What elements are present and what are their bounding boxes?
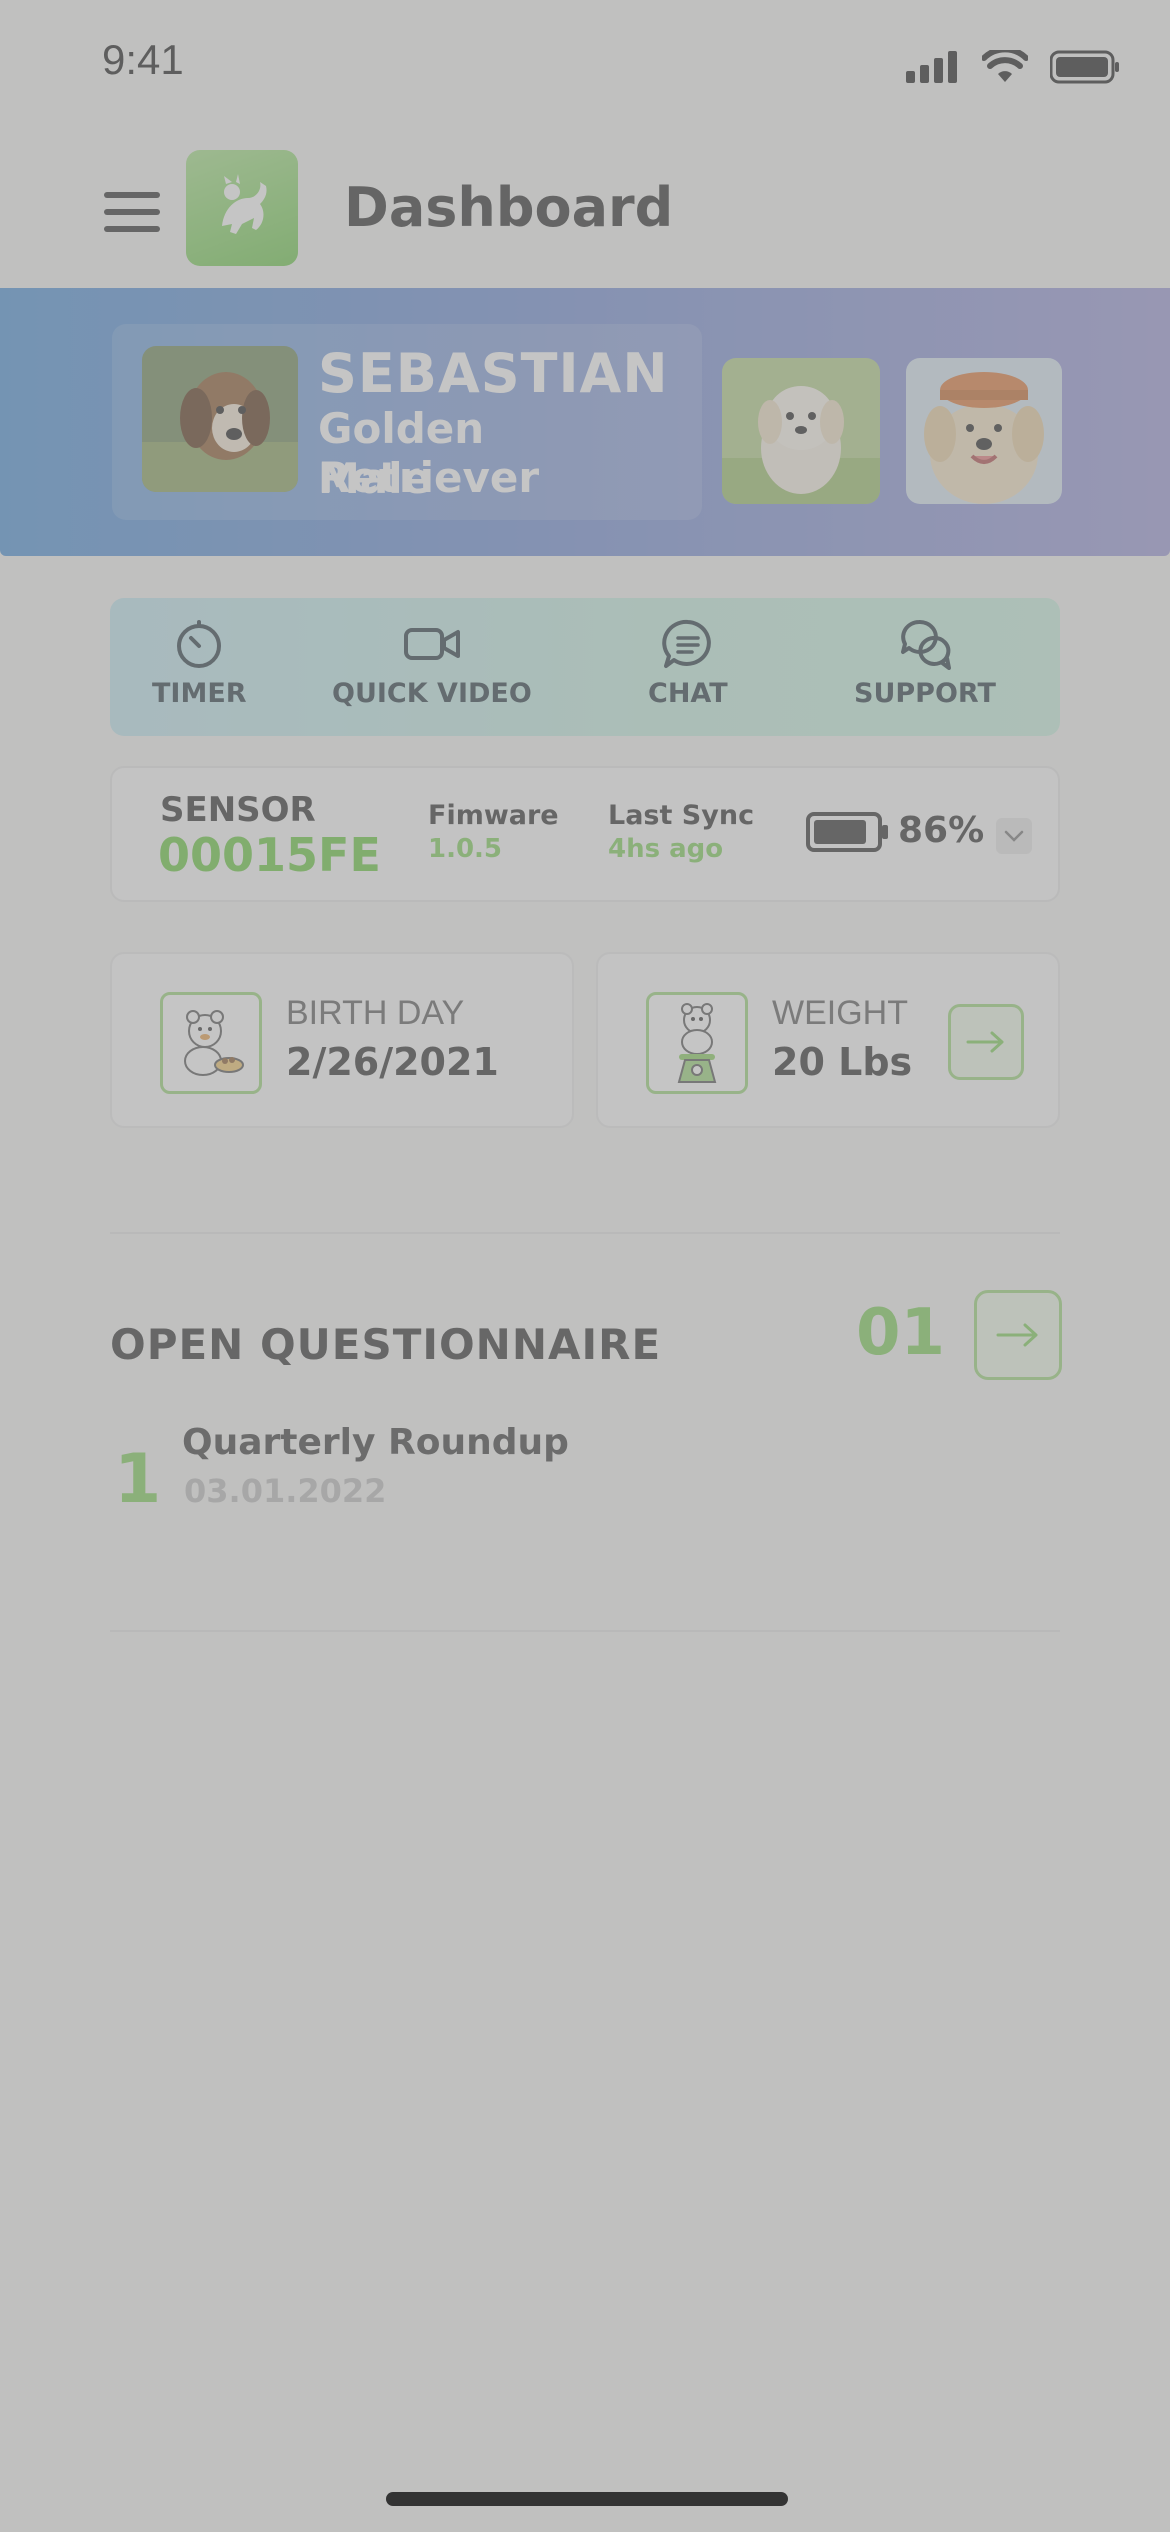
sensor-expand-button[interactable] — [996, 818, 1032, 854]
pet-carousel: SEBASTIAN Golden Retriever Male — [0, 288, 1170, 556]
video-camera-icon — [403, 628, 460, 660]
menu-line — [104, 192, 160, 198]
birthday-label: BIRTH DAY — [286, 994, 465, 1032]
weight-thumb — [646, 992, 748, 1094]
pet-photo-golden-hat[interactable] — [906, 358, 1062, 504]
battery-percent: 86% — [898, 810, 985, 851]
arrow-right-icon — [996, 1323, 1038, 1347]
pet-photo-beagle — [142, 346, 298, 492]
questionnaire-item-date: 03.01.2022 — [184, 1472, 387, 1510]
questionnaire-item-title: Quarterly Roundup — [182, 1422, 569, 1463]
timer-button[interactable]: TIMER — [152, 618, 247, 709]
pet-name: SEBASTIAN — [318, 342, 669, 405]
support-chat-icon — [900, 619, 951, 670]
app-header: Dashboard — [0, 140, 1170, 280]
home-indicator — [386, 2492, 788, 2506]
menu-line — [104, 209, 160, 215]
sensor-label: SENSOR — [160, 790, 316, 830]
last-sync-value: 4hs ago — [608, 834, 724, 864]
battery-fill — [814, 820, 866, 844]
app-logo — [186, 150, 298, 266]
chat-label: CHAT — [648, 678, 728, 709]
weight-value: 20 Lbs — [772, 1040, 913, 1084]
pet-photo-golden-puppy[interactable] — [722, 358, 880, 504]
timer-label: TIMER — [152, 678, 247, 709]
cellular-signal-icon — [906, 51, 957, 83]
support-label: SUPPORT — [854, 678, 996, 709]
questionnaire-open-button[interactable] — [974, 1290, 1062, 1380]
timer-icon — [177, 620, 222, 668]
quick-actions-bar: TIMER QUICK VIDEO CHAT SUPPORT — [110, 598, 1060, 736]
status-time: 9:41 — [102, 36, 184, 83]
questionnaire-title: OPEN QUESTIONNAIRE — [110, 1320, 662, 1369]
weight-card: WEIGHT 20 Lbs — [596, 952, 1060, 1128]
support-button[interactable]: SUPPORT — [854, 618, 996, 709]
arrow-right-icon — [966, 1031, 1004, 1053]
quick-video-label: QUICK VIDEO — [332, 678, 532, 709]
chevron-down-icon — [1004, 830, 1024, 842]
chat-button[interactable]: CHAT — [648, 618, 728, 709]
pet-sex: Male — [318, 454, 432, 503]
bear-on-scale-icon — [677, 1003, 717, 1083]
page-title: Dashboard — [344, 176, 674, 239]
battery-status-icon — [1050, 50, 1119, 84]
weight-detail-button[interactable] — [948, 1004, 1024, 1080]
questionnaire-count: 01 — [856, 1296, 946, 1370]
chat-bubble-icon — [662, 619, 711, 668]
bear-with-food-icon — [184, 1010, 244, 1076]
cat-dog-logo-icon — [222, 174, 267, 234]
sensor-card: SENSOR 00015FE Fimware 1.0.5 Last Sync 4… — [110, 766, 1060, 902]
firmware-label: Fimware — [428, 800, 559, 831]
menu-button[interactable] — [104, 192, 160, 232]
pet-card-active[interactable]: SEBASTIAN Golden Retriever Male — [112, 324, 702, 520]
sensor-battery-icon — [806, 812, 888, 852]
status-icons — [906, 50, 1120, 84]
birthday-value: 2/26/2021 — [286, 1040, 499, 1084]
questionnaire-item-number: 1 — [114, 1440, 162, 1519]
weight-label: WEIGHT — [772, 994, 908, 1032]
quick-video-button[interactable]: QUICK VIDEO — [332, 618, 532, 709]
status-bar: 9:41 — [0, 0, 1170, 130]
wifi-icon — [982, 50, 1028, 82]
sensor-id: 00015FE — [158, 828, 381, 882]
divider-bottom — [110, 1630, 1060, 1632]
birthday-thumb — [160, 992, 262, 1094]
birthday-card: BIRTH DAY 2/26/2021 — [110, 952, 574, 1128]
firmware-value: 1.0.5 — [428, 834, 503, 864]
divider-top — [110, 1232, 1060, 1234]
last-sync-label: Last Sync — [608, 800, 755, 831]
menu-line — [104, 226, 160, 232]
